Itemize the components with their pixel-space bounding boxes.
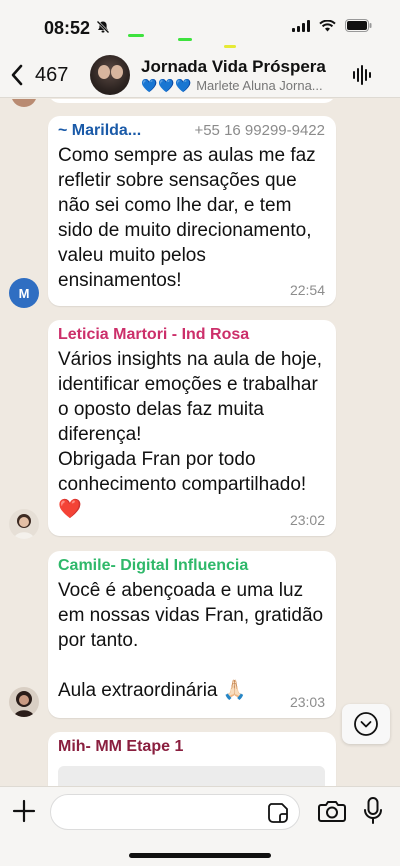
chevron-left-icon[interactable] xyxy=(10,64,24,91)
avatar xyxy=(11,99,37,107)
message-bubble[interactable]: Leticia Martori - Ind Rosa Vários insigh… xyxy=(48,320,336,536)
chat-header: 467 Jornada Vida Próspera 💙💙💙 Marlete Al… xyxy=(0,52,400,98)
chevron-down-icon xyxy=(354,712,378,736)
audio-wave-icon[interactable] xyxy=(352,64,374,91)
sender-name[interactable]: Leticia Martori - Ind Rosa xyxy=(58,326,325,344)
status-time: 08:52 xyxy=(44,18,91,38)
avatar[interactable] xyxy=(9,687,39,717)
heart-emojis: 💙💙💙 xyxy=(141,78,193,93)
message-bubble[interactable]: ~ Marilda... +55 16 99299-9422 Como semp… xyxy=(48,116,336,306)
camera-icon[interactable] xyxy=(318,799,346,828)
mic-icon[interactable] xyxy=(363,797,383,830)
sender-name[interactable]: Mih- MM Etape 1 xyxy=(58,738,325,756)
message-text: Vários insights na aula de hoje, identif… xyxy=(58,349,323,520)
wifi-icon xyxy=(319,19,336,37)
back-unread-count[interactable]: 467 xyxy=(35,64,68,87)
previous-message-bubble xyxy=(48,99,336,103)
message-time: 23:03 xyxy=(289,694,325,710)
avatar[interactable] xyxy=(9,509,39,539)
home-indicator xyxy=(129,853,271,858)
plus-icon[interactable] xyxy=(12,799,36,828)
signal-icon xyxy=(292,19,310,37)
avatar[interactable]: M xyxy=(9,278,39,308)
sender-phone: +55 16 99299-9422 xyxy=(194,122,325,139)
avatar-letter: M xyxy=(18,285,30,301)
sticker-icon[interactable] xyxy=(267,802,289,829)
sender-name[interactable]: Camile- Digital Influencia xyxy=(58,557,325,575)
group-avatar[interactable] xyxy=(90,55,130,95)
input-bar xyxy=(0,786,400,866)
group-subtitle[interactable]: 💙💙💙 Marlete Aluna Jorna... xyxy=(141,78,341,94)
sender-name[interactable]: ~ Marilda... xyxy=(58,122,141,140)
message-time: 23:02 xyxy=(289,512,325,528)
chat-area: ~ Marilda... +55 16 99299-9422 Como semp… xyxy=(0,99,400,786)
message-bubble[interactable]: Mih- MM Etape 1 xyxy=(48,732,336,786)
message-text: Você é abençoada e uma luz em nossas vid… xyxy=(58,580,324,701)
battery-icon xyxy=(345,19,372,37)
group-title[interactable]: Jornada Vida Próspera xyxy=(141,57,326,77)
bell-off-icon xyxy=(96,20,110,39)
subtitle-text: Marlete Aluna Jorna... xyxy=(196,78,323,93)
message-text: Como sempre as aulas me faz refletir sob… xyxy=(58,145,316,291)
message-time: 22:54 xyxy=(289,282,325,298)
status-bar: 08:52 xyxy=(0,0,400,52)
message-bubble[interactable]: Camile- Digital Influencia Você é abenço… xyxy=(48,551,336,718)
scroll-down-button[interactable] xyxy=(342,704,390,744)
image-preview[interactable] xyxy=(58,766,325,786)
message-input[interactable] xyxy=(50,794,300,830)
